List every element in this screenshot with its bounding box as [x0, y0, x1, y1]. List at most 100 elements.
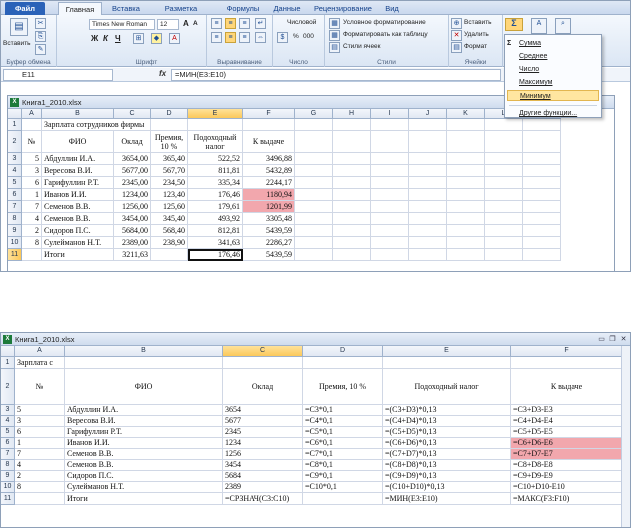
- cell[interactable]: [511, 357, 623, 369]
- cell[interactable]: [333, 201, 371, 213]
- vertical-scrollbar[interactable]: [621, 346, 630, 527]
- row-header[interactable]: 2: [1, 369, 15, 405]
- select-all-corner[interactable]: [8, 109, 22, 119]
- cell[interactable]: [447, 213, 485, 225]
- formula-input[interactable]: =МИН(E3:E10): [171, 69, 501, 81]
- column-header[interactable]: K: [447, 109, 485, 119]
- cell[interactable]: 6: [15, 427, 65, 438]
- cell[interactable]: 3454,00: [114, 213, 151, 225]
- row-header[interactable]: 3: [8, 153, 22, 165]
- format-cells-icon[interactable]: ▤: [451, 42, 462, 53]
- cell[interactable]: Премия, 10 %: [151, 131, 188, 153]
- cell[interactable]: 2389: [223, 482, 303, 493]
- cell[interactable]: [409, 249, 447, 261]
- close-icon[interactable]: ✕: [619, 335, 628, 344]
- column-header[interactable]: C: [223, 346, 303, 357]
- column-header[interactable]: H: [333, 109, 371, 119]
- cell[interactable]: [485, 225, 523, 237]
- cell[interactable]: Гарифуллин Р.Т.: [65, 427, 223, 438]
- cell-styles-icon[interactable]: ▤: [329, 42, 340, 53]
- cell[interactable]: 5684: [223, 471, 303, 482]
- cell[interactable]: Иванов И.И.: [42, 189, 114, 201]
- row-header[interactable]: 10: [1, 482, 15, 493]
- cell[interactable]: К выдаче: [243, 131, 295, 153]
- cell[interactable]: [485, 165, 523, 177]
- cell[interactable]: [295, 177, 333, 189]
- cell[interactable]: К выдаче: [511, 369, 623, 405]
- row-header[interactable]: 9: [1, 471, 15, 482]
- column-header[interactable]: G: [295, 109, 333, 119]
- ribbon-tab[interactable]: Рецензирование: [311, 2, 375, 15]
- cell[interactable]: Абдуллин И.А.: [42, 153, 114, 165]
- cell[interactable]: =C4*0,1: [303, 416, 383, 427]
- cell[interactable]: [447, 249, 485, 261]
- cell[interactable]: 2345: [223, 427, 303, 438]
- column-header[interactable]: C: [114, 109, 151, 119]
- cell[interactable]: [409, 225, 447, 237]
- cell[interactable]: [447, 177, 485, 189]
- cell[interactable]: [523, 131, 561, 153]
- cell[interactable]: [447, 165, 485, 177]
- cell[interactable]: [333, 189, 371, 201]
- cell[interactable]: [151, 119, 188, 131]
- cell[interactable]: 1: [15, 438, 65, 449]
- format-cells-button[interactable]: Формат: [464, 43, 487, 50]
- column-header[interactable]: B: [42, 109, 114, 119]
- ribbon-tab[interactable]: Главная: [58, 2, 102, 15]
- cell[interactable]: [447, 201, 485, 213]
- cell[interactable]: [333, 177, 371, 189]
- format-as-table-icon[interactable]: ▦: [329, 30, 340, 41]
- row-header[interactable]: 4: [1, 416, 15, 427]
- cell[interactable]: 123,40: [151, 189, 188, 201]
- cell[interactable]: [22, 249, 42, 261]
- bold-button[interactable]: Ж: [91, 34, 98, 43]
- cell[interactable]: 238,90: [151, 237, 188, 249]
- number-format-select[interactable]: Числовой: [287, 19, 316, 26]
- cell[interactable]: Оклад: [114, 131, 151, 153]
- ribbon-tab[interactable]: Вставка: [107, 2, 145, 15]
- column-header[interactable]: J: [409, 109, 447, 119]
- currency-icon[interactable]: $: [277, 32, 288, 43]
- cell[interactable]: [65, 357, 223, 369]
- cell[interactable]: 1234,00: [114, 189, 151, 201]
- cell[interactable]: =C6+D6-E6: [511, 438, 623, 449]
- delete-cells-button[interactable]: Удалить: [464, 31, 489, 38]
- cell[interactable]: Вересова В.И.: [42, 165, 114, 177]
- cell[interactable]: 5439,59: [243, 249, 295, 261]
- cell[interactable]: [333, 131, 371, 153]
- cell[interactable]: =C7+D7-E7: [511, 449, 623, 460]
- cell[interactable]: Сулейманов Н.Т.: [65, 482, 223, 493]
- autosum-menu-item[interactable]: Другие функции...: [507, 108, 599, 119]
- cell[interactable]: Премия, 10 %: [303, 369, 383, 405]
- cell[interactable]: [409, 153, 447, 165]
- autosum-button[interactable]: Σ: [505, 18, 523, 31]
- cell[interactable]: 125,60: [151, 201, 188, 213]
- cell[interactable]: 3211,63: [114, 249, 151, 261]
- cell[interactable]: 5684,00: [114, 225, 151, 237]
- row-header[interactable]: 11: [8, 249, 22, 261]
- cell[interactable]: Сулейманов Н.Т.: [42, 237, 114, 249]
- font-size-select[interactable]: 12: [157, 19, 179, 30]
- cell[interactable]: [523, 153, 561, 165]
- cell[interactable]: 3496,88: [243, 153, 295, 165]
- cell[interactable]: [409, 189, 447, 201]
- cell[interactable]: 2: [15, 471, 65, 482]
- cell[interactable]: 341,63: [188, 237, 243, 249]
- cell[interactable]: ФИО: [65, 369, 223, 405]
- cell[interactable]: 522,52: [188, 153, 243, 165]
- cell[interactable]: 234,50: [151, 177, 188, 189]
- column-header[interactable]: A: [22, 109, 42, 119]
- cell[interactable]: №: [15, 369, 65, 405]
- cell[interactable]: =C4+D4-E4: [511, 416, 623, 427]
- cell[interactable]: =C9*0,1: [303, 471, 383, 482]
- paste-button[interactable]: Вставить: [3, 40, 31, 47]
- cell[interactable]: 2: [22, 225, 42, 237]
- cell[interactable]: 335,34: [188, 177, 243, 189]
- autosum-menu-item[interactable]: Максимум: [507, 77, 599, 88]
- cell[interactable]: =C8*0,1: [303, 460, 383, 471]
- cell[interactable]: [22, 119, 42, 131]
- align-bottom-icon[interactable]: ≡: [239, 18, 250, 29]
- cell[interactable]: [295, 225, 333, 237]
- cell[interactable]: [409, 237, 447, 249]
- cell[interactable]: Вересова В.И.: [65, 416, 223, 427]
